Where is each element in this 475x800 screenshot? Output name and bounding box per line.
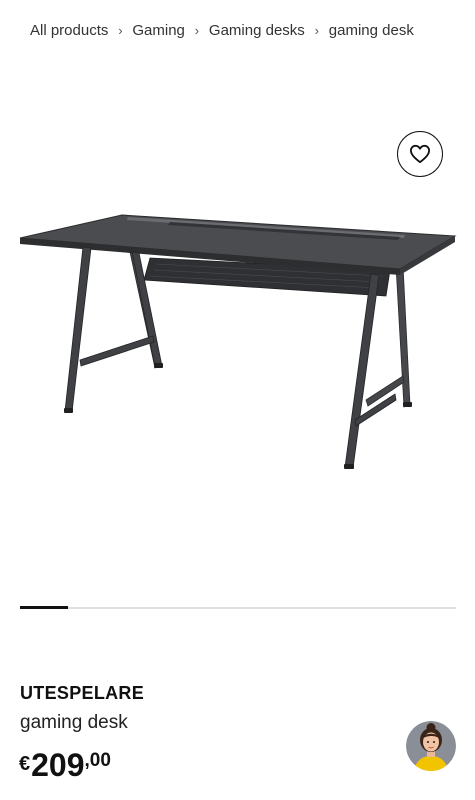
price-decimal: ,00: [84, 750, 111, 771]
breadcrumb-all-products[interactable]: All products: [30, 22, 108, 39]
breadcrumb-separator-icon: ›: [194, 22, 200, 38]
assistant-avatar-icon: [406, 721, 456, 771]
product-price: € 209 ,00: [19, 746, 111, 784]
image-carousel-progress[interactable]: [20, 606, 456, 609]
breadcrumb-separator-icon: ›: [118, 22, 123, 38]
assistant-avatar-button[interactable]: [406, 721, 456, 771]
product-name: UTESPELARE: [20, 683, 145, 703]
breadcrumb-gaming[interactable]: Gaming: [132, 22, 185, 39]
carousel-progress-thumb: [20, 606, 68, 609]
breadcrumb-gaming-desk[interactable]: gaming desk: [329, 22, 414, 39]
breadcrumb-separator-icon: ›: [314, 22, 319, 38]
heart-icon: [409, 144, 430, 164]
price-integer: 209: [31, 747, 85, 783]
product-image[interactable]: [10, 200, 465, 480]
breadcrumb-gaming-desks[interactable]: Gaming desks: [209, 22, 305, 39]
product-description: gaming desk: [20, 712, 128, 733]
breadcrumb: All products › Gaming › Gaming desks › g…: [30, 19, 414, 41]
favorite-button[interactable]: [397, 131, 443, 177]
price-currency: €: [19, 753, 31, 775]
